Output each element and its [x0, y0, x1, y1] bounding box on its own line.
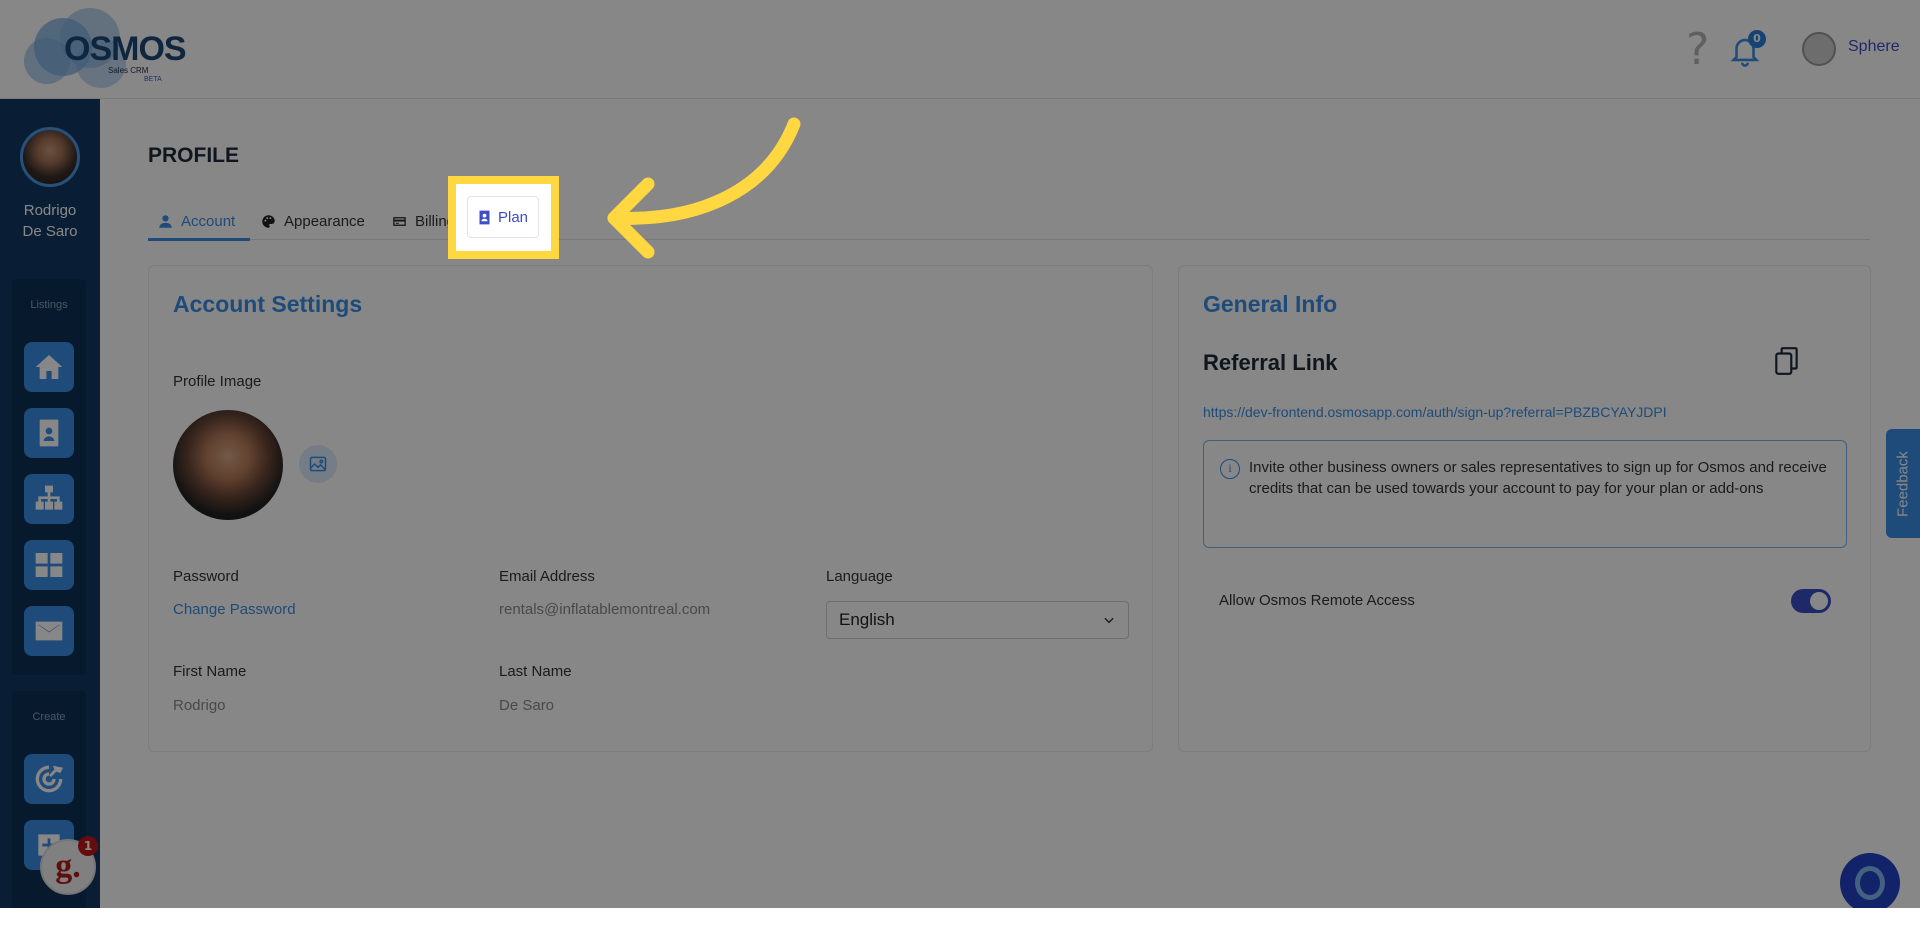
tutorial-dim-overlay — [0, 0, 1920, 908]
tab-plan-label: Plan — [497, 208, 529, 226]
plan-badge-icon — [479, 210, 490, 224]
tutorial-arrow-icon — [607, 117, 801, 259]
bottom-strip — [0, 908, 1920, 933]
tab-plan[interactable]: Plan — [467, 196, 539, 238]
